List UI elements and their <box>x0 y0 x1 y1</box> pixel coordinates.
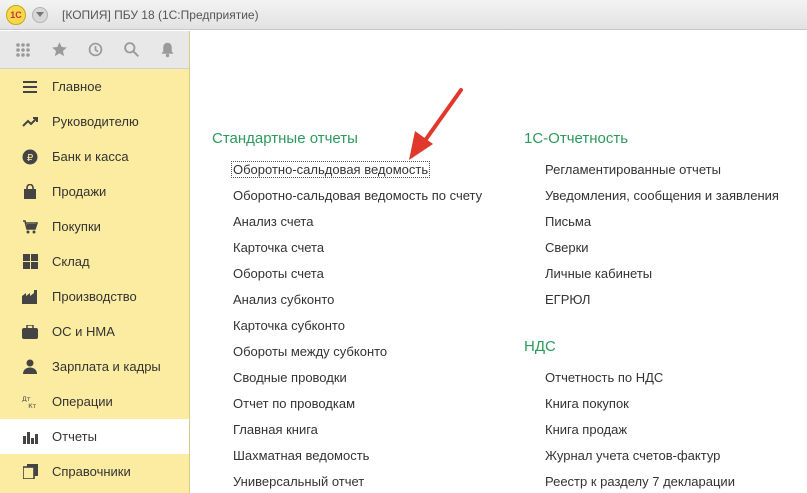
sidebar-item-label: Операции <box>52 394 113 409</box>
sidebar-item-label: Продажи <box>52 184 107 199</box>
history-icon[interactable] <box>86 41 104 59</box>
sidebar-item-label: Покупки <box>52 219 101 234</box>
people-icon <box>22 359 38 375</box>
report-link[interactable]: Обороты счета <box>233 266 324 281</box>
report-link[interactable]: Универсальный отчет <box>233 474 364 489</box>
reporting-link[interactable]: Письма <box>545 214 591 229</box>
report-link[interactable]: Сводные проводки <box>233 370 347 385</box>
sidebar-item-bank[interactable]: ₽ Банк и касса <box>0 139 189 174</box>
sidebar-item-label: Отчеты <box>52 429 97 444</box>
ruble-coin-icon: ₽ <box>22 149 38 165</box>
app-logo-icon[interactable]: 1С <box>6 4 26 25</box>
sidebar-item-label: Банк и касса <box>52 149 129 164</box>
menu-lines-icon <box>22 79 38 95</box>
apps-grid-icon[interactable] <box>14 41 32 59</box>
sidebar-toolbar <box>0 31 189 69</box>
basket-icon <box>22 219 38 235</box>
vat-link[interactable]: Книга покупок <box>545 396 629 411</box>
sidebar-item-label: Склад <box>52 254 90 269</box>
sidebar-item-label: Справочники <box>52 464 131 479</box>
sidebar-item-purchases[interactable]: Покупки <box>0 209 189 244</box>
bell-icon[interactable] <box>158 41 176 59</box>
sidebar-item-main[interactable]: Главное <box>0 69 189 104</box>
vat-link[interactable]: Отчетность по НДС <box>545 370 663 385</box>
svg-text:₽: ₽ <box>27 153 34 164</box>
shopping-bag-icon <box>22 183 38 200</box>
reporting-link[interactable]: ЕГРЮЛ <box>545 292 590 307</box>
sidebar-item-production[interactable]: Производство <box>0 279 189 314</box>
sidebar-item-directories[interactable]: Справочники <box>0 454 189 489</box>
sidebar-item-salary[interactable]: Зарплата и кадры <box>0 349 189 384</box>
window-title: [КОПИЯ] ПБУ 18 (1С:Предприятие) <box>62 7 259 22</box>
sidebar-item-reports[interactable]: Отчеты <box>0 419 189 454</box>
report-link[interactable]: Шахматная ведомость <box>233 448 369 463</box>
sidebar-item-warehouse[interactable]: Склад <box>0 244 189 279</box>
sidebar-item-manager[interactable]: Руководителю <box>0 104 189 139</box>
sidebar-item-label: Зарплата и кадры <box>52 359 161 374</box>
report-link[interactable]: Анализ счета <box>233 214 313 229</box>
report-link[interactable]: Главная книга <box>233 422 318 437</box>
sidebar-item-label: Производство <box>52 289 137 304</box>
vat-link[interactable]: Реестр к разделу 7 декларации <box>545 474 735 489</box>
report-link[interactable]: Обороты между субконто <box>233 344 387 359</box>
trend-up-icon <box>22 114 38 130</box>
warehouse-grid-icon <box>22 254 38 270</box>
sidebar: Главное Руководителю ₽ Банк и касса Прод… <box>0 31 190 493</box>
report-link-trial-balance[interactable]: Оборотно-сальдовая ведомость <box>230 161 431 178</box>
section-title-1c-reporting: 1С-Отчетность <box>524 130 629 147</box>
report-link[interactable]: Оборотно-сальдовая ведомость по счету <box>233 188 482 203</box>
report-link[interactable]: Анализ субконто <box>233 292 334 307</box>
svg-text:Дт: Дт <box>22 396 31 403</box>
sidebar-item-label: Руководителю <box>52 114 139 129</box>
star-icon[interactable] <box>50 41 68 59</box>
reporting-link[interactable]: Сверки <box>545 240 589 255</box>
title-bar: 1С [КОПИЯ] ПБУ 18 (1С:Предприятие) <box>0 0 807 30</box>
chevron-down-icon <box>36 12 44 17</box>
section-title-vat: НДС <box>524 338 556 355</box>
sidebar-item-assets[interactable]: ОС и НМА <box>0 314 189 349</box>
search-icon[interactable] <box>122 41 140 59</box>
sidebar-nav: Главное Руководителю ₽ Банк и касса Прод… <box>0 69 189 489</box>
bar-chart-icon <box>22 429 38 445</box>
books-icon <box>22 464 38 480</box>
sidebar-item-operations[interactable]: Дт Кт Операции <box>0 384 189 419</box>
report-link[interactable]: Карточка счета <box>233 240 324 255</box>
main-panel: Стандартные отчеты Оборотно-сальдовая ве… <box>191 31 807 493</box>
svg-text:Кт: Кт <box>28 403 36 410</box>
report-link[interactable]: Карточка субконто <box>233 318 345 333</box>
debit-credit-icon: Дт Кт <box>22 394 38 410</box>
report-link[interactable]: Отчет по проводкам <box>233 396 355 411</box>
factory-icon <box>22 289 38 305</box>
vat-link[interactable]: Книга продаж <box>545 422 627 437</box>
sidebar-item-sales[interactable]: Продажи <box>0 174 189 209</box>
main-menu-button[interactable] <box>32 6 48 23</box>
sidebar-item-label: Главное <box>52 79 102 94</box>
assets-icon <box>22 324 38 340</box>
reporting-link[interactable]: Уведомления, сообщения и заявления <box>545 188 779 203</box>
reporting-link[interactable]: Регламентированные отчеты <box>545 162 721 177</box>
vat-link[interactable]: Журнал учета счетов-фактур <box>545 448 720 463</box>
section-title-standard-reports: Стандартные отчеты <box>212 130 358 147</box>
reporting-link[interactable]: Личные кабинеты <box>545 266 652 281</box>
sidebar-item-label: ОС и НМА <box>52 324 115 339</box>
